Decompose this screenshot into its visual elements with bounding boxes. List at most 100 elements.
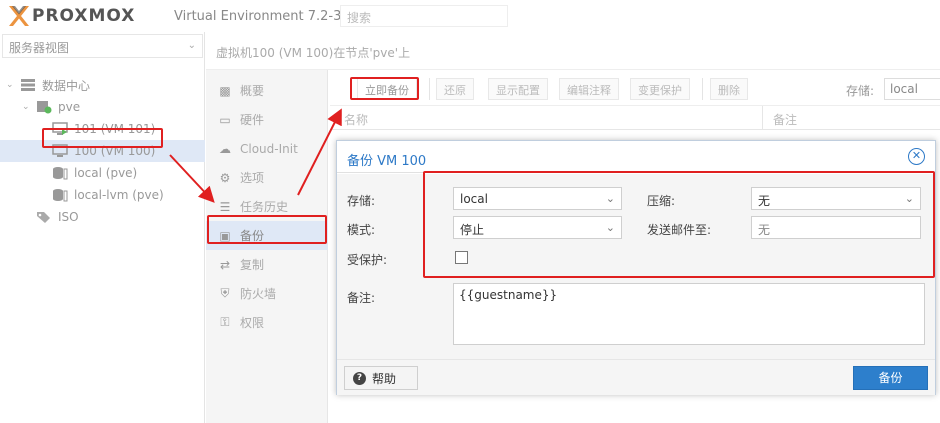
- dialog-body: 存储: local ⌄ 压缩: 无 ⌄ 模式: 停止 ⌄ 发送邮件至: 无 受保…: [337, 174, 935, 359]
- nav-item-label: 选项: [240, 171, 265, 185]
- nav-item-label: 硬件: [240, 113, 265, 127]
- show-config-button[interactable]: 显示配置: [488, 78, 548, 100]
- product-version: Virtual Environment 7.2-3: [174, 9, 342, 24]
- nav-item-permissions[interactable]: ⚿ 权限: [206, 308, 328, 337]
- top-header: PROXMOX Virtual Environment 7.2-3 搜索: [0, 0, 940, 32]
- retweet-icon: ⇄: [219, 257, 231, 272]
- nav-item-backup[interactable]: ▣ 备份: [206, 221, 328, 250]
- gear-icon: ⚙: [219, 170, 231, 185]
- storage-filter-select[interactable]: local: [884, 78, 940, 100]
- nav-item-label: 防火墙: [240, 287, 277, 301]
- chevron-down-icon: ⌄: [605, 221, 615, 234]
- delete-button[interactable]: 删除: [710, 78, 748, 100]
- resource-tree-panel: 服务器视图 ⌄ ⌄ 数据中心 ⌄ pve 101 (VM 101) 100 (V…: [0, 32, 205, 423]
- column-separator: [762, 106, 763, 130]
- vm-running-icon: [52, 122, 68, 136]
- tree-item-vm-100[interactable]: 100 (VM 100): [0, 140, 205, 162]
- monitor-icon: ▭: [219, 112, 231, 127]
- breadcrumb-bar: 虚拟机100 (VM 100)在节点'pve'上: [206, 32, 940, 70]
- notes-label: 备注:: [347, 291, 376, 305]
- tree-item-local-storage[interactable]: local (pve): [0, 162, 205, 184]
- chevron-down-icon: ⌄: [187, 40, 196, 51]
- tree-item-label: 数据中心: [42, 78, 91, 93]
- tree-item-datacenter[interactable]: ⌄ 数据中心: [0, 74, 205, 96]
- tags-icon: [36, 210, 52, 224]
- collapse-icon[interactable]: ⌄: [22, 102, 32, 112]
- cloud-icon: ☁: [219, 141, 231, 156]
- edit-notes-button[interactable]: 编辑注释: [559, 78, 619, 100]
- toolbar-separator: [702, 78, 703, 100]
- compression-select[interactable]: 无 ⌄: [751, 187, 921, 210]
- tree-item-label: ISO: [58, 210, 79, 224]
- notes-textarea[interactable]: {{guestname}}: [453, 283, 925, 345]
- storage-icon: [52, 188, 68, 202]
- dialog-header: 备份 VM 100 ✕: [337, 141, 935, 173]
- send-mail-label: 发送邮件至:: [647, 223, 712, 237]
- mode-select-value: 停止: [460, 223, 485, 237]
- tree-item-label: pve: [58, 100, 81, 114]
- proxmox-x-icon: [9, 6, 29, 26]
- collapse-icon[interactable]: ⌄: [6, 80, 16, 90]
- nav-item-label: 任务历史: [240, 200, 289, 214]
- backup-submit-button[interactable]: 备份: [853, 366, 928, 390]
- nav-item-cloud-init[interactable]: ☁ Cloud-Init: [206, 134, 328, 163]
- logo-text: PROXMOX: [32, 6, 136, 26]
- nav-item-label: Cloud-Init: [240, 141, 298, 156]
- view-selector-value: 服务器视图: [9, 41, 70, 55]
- tree-item-label: 101 (VM 101): [74, 122, 156, 136]
- storage-label: 存储:: [347, 194, 376, 208]
- backup-toolbar: 立即备份 还原 显示配置 编辑注释 变更保护 删除 存储: local: [330, 70, 940, 106]
- tree-item-label: local-lvm (pve): [74, 188, 164, 202]
- send-mail-input[interactable]: 无: [751, 216, 921, 239]
- floppy-icon: ▣: [219, 228, 231, 243]
- storage-select-value: local: [460, 192, 488, 206]
- toolbar-separator: [429, 78, 430, 100]
- nav-item-options[interactable]: ⚙ 选项: [206, 163, 328, 192]
- help-button-label: 帮助: [372, 371, 397, 386]
- tree-item-local-lvm-storage[interactable]: local-lvm (pve): [0, 184, 205, 206]
- backup-grid-header: 名称 备注: [330, 106, 940, 130]
- storage-icon: [52, 166, 68, 180]
- nav-item-task-history[interactable]: ☰ 任务历史: [206, 192, 328, 221]
- backup-dialog: 备份 VM 100 ✕ 存储: local ⌄ 压缩: 无 ⌄ 模式: 停止 ⌄…: [336, 140, 936, 395]
- close-icon[interactable]: ✕: [908, 148, 925, 165]
- shield-icon: ⛨: [220, 286, 230, 300]
- search-input[interactable]: 搜索: [340, 5, 508, 27]
- tree-item-label: local (pve): [74, 166, 138, 180]
- change-protection-button[interactable]: 变更保护: [630, 78, 690, 100]
- book-icon: ▩: [219, 83, 231, 98]
- vm-stopped-icon: [52, 144, 68, 158]
- unlock-icon: ⚿: [220, 315, 230, 329]
- compression-select-value: 无: [758, 194, 771, 208]
- protected-checkbox[interactable]: [455, 251, 468, 264]
- nav-item-label: 复制: [240, 258, 265, 272]
- tree-item-iso[interactable]: ISO: [0, 206, 205, 228]
- nav-item-label: 权限: [240, 316, 265, 330]
- chevron-down-icon: ⌄: [605, 192, 615, 205]
- mode-label: 模式:: [347, 223, 376, 237]
- backup-now-button[interactable]: 立即备份: [357, 78, 417, 100]
- list-icon: ☰: [219, 199, 231, 214]
- tree-item-vm-101[interactable]: 101 (VM 101): [0, 118, 205, 140]
- chevron-down-icon: ⌄: [904, 192, 914, 205]
- storage-filter-label: 存储:: [845, 84, 874, 98]
- nav-item-firewall[interactable]: ⛨ 防火墙: [206, 279, 328, 308]
- dialog-title: 备份 VM 100: [347, 154, 427, 169]
- nav-item-replication[interactable]: ⇄ 复制: [206, 250, 328, 279]
- protected-label: 受保护:: [347, 253, 388, 267]
- view-selector[interactable]: 服务器视图 ⌄: [2, 34, 203, 58]
- datacenter-icon: [20, 78, 36, 92]
- column-header-notes[interactable]: 备注: [773, 111, 797, 128]
- tree-item-pve[interactable]: ⌄ pve: [0, 96, 205, 118]
- question-circle-icon: ?: [353, 371, 366, 385]
- storage-select[interactable]: local ⌄: [453, 187, 622, 210]
- mode-select[interactable]: 停止 ⌄: [453, 216, 622, 239]
- restore-button[interactable]: 还原: [436, 78, 474, 100]
- vm-nav-menu: ▩ 概要 ▭ 硬件 ☁ Cloud-Init ⚙ 选项 ☰ 任务历史 ▣ 备份 ⇄ 复制 ⛨ 防…: [206, 70, 328, 423]
- nav-item-hardware[interactable]: ▭ 硬件: [206, 105, 328, 134]
- help-button[interactable]: ? 帮助: [344, 366, 418, 390]
- nav-item-summary[interactable]: ▩ 概要: [206, 76, 328, 105]
- node-icon: [36, 100, 52, 114]
- column-header-name[interactable]: 名称: [344, 111, 368, 128]
- proxmox-logo: PROXMOX: [8, 5, 135, 27]
